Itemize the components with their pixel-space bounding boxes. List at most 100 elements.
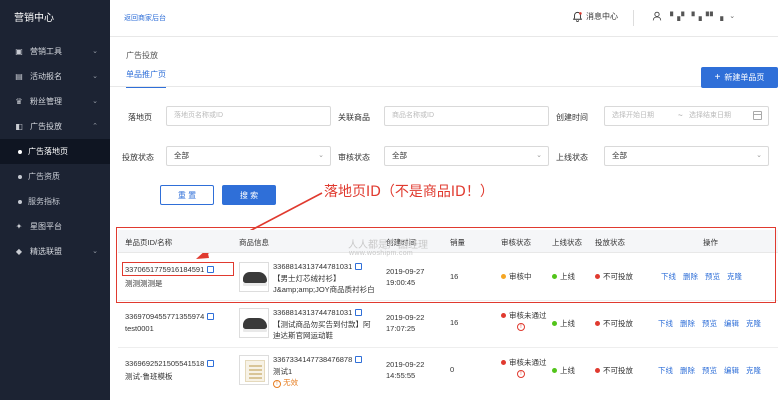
created-date: 2019-09-22	[386, 313, 425, 322]
product-thumbnail	[239, 308, 269, 338]
status-dot	[501, 360, 506, 365]
online-status: 上线	[552, 365, 575, 376]
sidebar-subitem-label: 广告落地页	[28, 147, 68, 156]
edit-link[interactable]: 编辑	[724, 365, 739, 376]
user-menu[interactable]: ▝▗▘▝▗▝▘▗ ⌄	[652, 11, 735, 21]
fans-icon: ♛	[15, 97, 23, 106]
annotation-text: 落地页ID（不是商品ID！）	[324, 184, 494, 200]
calendar-icon: ▤	[15, 72, 23, 81]
chevron-down-icon: ⌄	[92, 73, 98, 80]
sidebar-item-star-platform[interactable]: ✦ 星图平台	[0, 214, 110, 239]
warning-icon[interactable]: !	[517, 323, 525, 331]
landing-page-name: test0001	[125, 324, 154, 333]
star-icon: ✦	[15, 222, 23, 231]
sidebar-item-label: 活动报名	[30, 72, 62, 81]
user-name: ▝▗▘▝▗▝▘▗	[667, 11, 725, 21]
product-name: 【测试商品勿买告到付款】阿	[273, 320, 371, 329]
product-id: 3367334147738476878	[273, 355, 363, 364]
copy-icon[interactable]	[207, 313, 215, 320]
copy-icon[interactable]	[355, 356, 363, 363]
copy-icon[interactable]	[355, 309, 363, 316]
review-status: 审核未通过	[501, 357, 547, 368]
shoe-image	[243, 318, 267, 332]
bullet-icon	[18, 149, 22, 154]
chevron-up-icon: ⌃	[92, 123, 98, 130]
sidebar-item-label: 粉丝管理	[30, 97, 62, 106]
brand-title: 营销中心	[0, 0, 110, 37]
back-to-merchant-link[interactable]: 返回商家后台	[124, 13, 166, 23]
clone-link[interactable]: 克隆	[746, 318, 761, 329]
delete-link[interactable]: 删除	[680, 365, 695, 376]
table-row: 3369692521505541518 测试-鲁班模板 336733414773…	[118, 348, 778, 400]
sidebar-item-alliance[interactable]: ◆ 精选联盟 ⌄	[0, 239, 110, 264]
sidebar-item-ads[interactable]: ◧ 广告投放 ⌃	[0, 114, 110, 139]
chevron-down-icon: ⌄	[92, 48, 98, 55]
clone-link[interactable]: 克隆	[746, 365, 761, 376]
status-dot	[595, 368, 600, 373]
delete-link[interactable]: 删除	[680, 318, 695, 329]
message-center-label: 消息中心	[586, 12, 618, 21]
bullet-icon	[18, 174, 22, 179]
product-invalid-badge: ! 无效	[273, 377, 298, 388]
edit-link[interactable]: 编辑	[724, 318, 739, 329]
chevron-down-icon: ⌄	[729, 13, 736, 20]
top-bar: 营销中心 返回商家后台 消息中心 ▝▗▘▝▗▝▘▗ ⌄	[0, 0, 778, 37]
chevron-down-icon: ⌄	[92, 248, 98, 255]
row-actions: 下线 删除 预览 编辑 克隆	[658, 318, 761, 329]
sidebar-item-label: 精选联盟	[30, 247, 62, 256]
sidebar-item-marketing-tools[interactable]: ▣ 营销工具 ⌄	[0, 39, 110, 64]
table-row: 3369709455771355974 test0001 33688143137…	[118, 301, 778, 348]
sidebar-item-label: 广告投放	[30, 122, 62, 131]
delivery-status: 不可投放	[595, 365, 633, 376]
sidebar-subitem-label: 服务指标	[28, 197, 60, 206]
document-image	[245, 360, 265, 382]
online-status: 上线	[552, 318, 575, 329]
sidebar-item-label: 星图平台	[30, 222, 62, 231]
preview-link[interactable]: 预览	[702, 365, 717, 376]
warning-icon[interactable]: !	[517, 370, 525, 378]
status-dot	[501, 313, 506, 318]
product-desc: 迪达斯官网运动鞋	[273, 331, 333, 340]
product-name: 测试1	[273, 367, 293, 376]
product-thumbnail	[239, 355, 269, 385]
bullet-icon	[18, 199, 22, 204]
status-dot	[595, 321, 600, 326]
status-dot	[552, 368, 557, 373]
sidebar: ▣ 营销工具 ⌄ ▤ 活动报名 ⌄ ♛ 粉丝管理 ⌄ ◧ 广告投放 ⌃ 广告落地…	[0, 37, 110, 400]
chevron-down-icon: ⌄	[92, 98, 98, 105]
divider	[633, 10, 634, 26]
warning-icon: !	[273, 380, 281, 388]
ad-icon: ◧	[15, 122, 23, 131]
product-id: 3368814313744781031	[273, 308, 363, 317]
user-icon	[652, 11, 662, 21]
offline-link[interactable]: 下线	[658, 365, 673, 376]
sales-count: 0	[450, 365, 455, 374]
sidebar-item-activity-signup[interactable]: ▤ 活动报名 ⌄	[0, 64, 110, 89]
tools-icon: ▣	[15, 47, 23, 56]
highlight-box	[116, 227, 776, 303]
sidebar-subitem-service-metrics[interactable]: 服务指标	[0, 189, 110, 214]
sidebar-subitem-label: 广告资质	[28, 172, 60, 181]
landing-page-id: 3369692521505541518	[125, 359, 215, 368]
created-time: 14:55:55	[386, 371, 416, 380]
row-actions: 下线 删除 预览 编辑 克隆	[658, 365, 761, 376]
preview-link[interactable]: 预览	[702, 318, 717, 329]
landing-page-id: 3369709455771355974	[125, 312, 215, 321]
diamond-icon: ◆	[15, 247, 23, 256]
sidebar-item-fans[interactable]: ♛ 粉丝管理 ⌄	[0, 89, 110, 114]
created-date: 2019-09-22	[386, 360, 425, 369]
created-time: 17:07:25	[386, 324, 416, 333]
main-content: 广告投放 单品推广页 + 新建单品页 落地页 落地页名称或ID 关联商品 商品名…	[110, 37, 778, 400]
review-status: 审核未通过	[501, 310, 547, 321]
sales-count: 16	[450, 318, 459, 327]
delivery-status: 不可投放	[595, 318, 633, 329]
sidebar-subitem-landing-page[interactable]: 广告落地页	[0, 139, 110, 164]
copy-icon[interactable]	[207, 360, 215, 367]
sidebar-item-label: 营销工具	[30, 47, 62, 56]
landing-page-name: 测试-鲁班模板	[125, 372, 173, 381]
offline-link[interactable]: 下线	[658, 318, 673, 329]
sidebar-subitem-ad-qualification[interactable]: 广告资质	[0, 164, 110, 189]
status-dot	[552, 321, 557, 326]
message-center[interactable]: 消息中心	[572, 11, 618, 22]
bell-icon	[572, 11, 583, 22]
